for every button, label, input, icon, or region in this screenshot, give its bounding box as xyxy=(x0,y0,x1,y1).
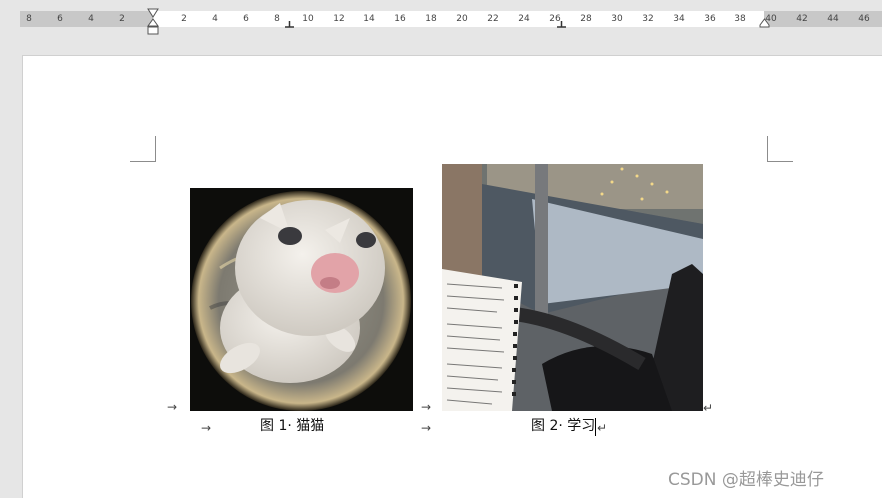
watermark: CSDN @超棒史迪仔 xyxy=(668,470,824,490)
figure-2-image[interactable] xyxy=(442,164,703,411)
ruler-label: 38 xyxy=(734,14,746,24)
ruler-label: 14 xyxy=(363,14,375,24)
ruler-label: 42 xyxy=(796,14,808,24)
ruler-label: 6 xyxy=(243,14,249,24)
ruler-label: 24 xyxy=(518,14,530,24)
paragraph-mark: ↵ xyxy=(703,401,714,415)
ruler-label: 18 xyxy=(425,14,437,24)
ruler-label: 16 xyxy=(394,14,406,24)
ruler-label: 22 xyxy=(487,14,499,24)
ruler-label: 28 xyxy=(580,14,592,24)
figure-1-image[interactable] xyxy=(190,188,413,411)
tab-arrow-mark: → xyxy=(201,421,212,435)
ruler-label: 8 xyxy=(274,14,280,24)
ruler-label: 12 xyxy=(333,14,345,24)
ruler-label: 34 xyxy=(673,14,685,24)
ruler-label: 2 xyxy=(181,14,187,24)
margin-corner-mark xyxy=(767,136,793,162)
ruler-label: 36 xyxy=(704,14,716,24)
ruler-label: 6 xyxy=(57,14,63,24)
ruler-label: 2 xyxy=(119,14,125,24)
tab-arrow-mark: → xyxy=(421,421,432,435)
document-page[interactable]: → → ↵ → 图 1· 猫猫 → 图 2· 学习 ↵ xyxy=(22,55,882,498)
cat-photo xyxy=(190,188,413,411)
ruler-label: 10 xyxy=(302,14,314,24)
right-indent-icon[interactable] xyxy=(759,18,770,28)
ruler-label: 32 xyxy=(642,14,654,24)
text-cursor xyxy=(595,418,596,436)
figure-1-caption[interactable]: 图 1· 猫猫 xyxy=(260,418,324,434)
paragraph-mark: ↵ xyxy=(597,421,608,435)
margin-corner-mark xyxy=(130,136,156,162)
figure-2-caption[interactable]: 图 2· 学习 xyxy=(531,418,595,434)
ruler-label: 4 xyxy=(88,14,94,24)
ruler-label: 4 xyxy=(212,14,218,24)
ruler-label: 46 xyxy=(858,14,870,24)
tab-stop-icon[interactable] xyxy=(557,21,566,28)
tab-arrow-mark: → xyxy=(167,400,178,414)
indent-marker-icon[interactable] xyxy=(147,8,159,36)
tab-arrow-mark: → xyxy=(421,400,432,414)
ruler-label: 20 xyxy=(456,14,468,24)
study-photo xyxy=(442,164,703,411)
horizontal-ruler[interactable]: 8 6 4 2 2 4 6 8 10 12 14 16 18 20 22 24 … xyxy=(0,0,882,40)
ruler-label: 30 xyxy=(611,14,623,24)
ruler-label: 8 xyxy=(26,14,32,24)
ruler-label: 44 xyxy=(827,14,839,24)
tab-stop-icon[interactable] xyxy=(285,21,294,28)
